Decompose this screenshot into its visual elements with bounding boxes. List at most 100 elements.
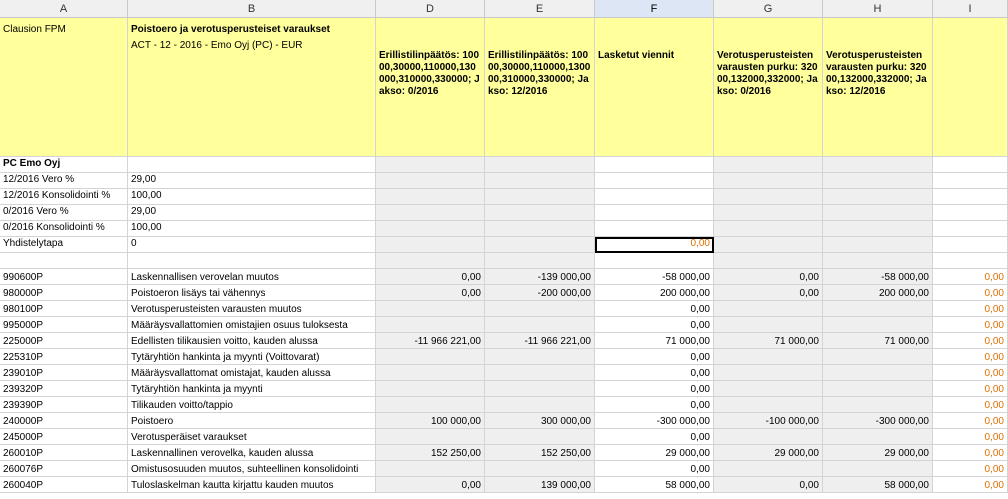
value-cell-i[interactable]: 0,00 bbox=[933, 349, 1008, 365]
spreadsheet[interactable]: A B D E F G H I Clausion FPM Poistoero ja verotus… bbox=[0, 0, 1008, 499]
value-cell-d[interactable] bbox=[376, 397, 485, 413]
value-cell-g[interactable] bbox=[714, 461, 823, 477]
value-cell-e[interactable] bbox=[485, 317, 595, 333]
account-code[interactable]: 240000P bbox=[0, 413, 128, 429]
value-cell-g[interactable]: 29 000,00 bbox=[714, 445, 823, 461]
account-code[interactable]: 245000P bbox=[0, 429, 128, 445]
value-cell-d[interactable]: 0,00 bbox=[376, 477, 485, 493]
value-cell-e[interactable]: -11 966 221,00 bbox=[485, 333, 595, 349]
account-code[interactable]: 980000P bbox=[0, 285, 128, 301]
param-label[interactable]: 12/2016 Vero % bbox=[0, 173, 128, 189]
value-cell-i[interactable]: 0,00 bbox=[933, 285, 1008, 301]
param-cell[interactable] bbox=[823, 237, 933, 253]
empty-cell[interactable] bbox=[485, 253, 595, 269]
param-cell[interactable] bbox=[485, 189, 595, 205]
account-description[interactable]: Tytäryhtiön hankinta ja myynti (Voittova… bbox=[128, 349, 376, 365]
param-value[interactable]: 100,00 bbox=[128, 221, 376, 237]
param-label[interactable]: 0/2016 Konsolidointi % bbox=[0, 221, 128, 237]
value-cell-e[interactable]: 300 000,00 bbox=[485, 413, 595, 429]
company-row-cell[interactable] bbox=[376, 157, 485, 173]
header-cell-g[interactable]: Verotusperusteisten varausten purku: 320… bbox=[714, 18, 823, 157]
param-cell[interactable] bbox=[933, 205, 1008, 221]
value-cell-h[interactable]: 58 000,00 bbox=[823, 477, 933, 493]
param-cell[interactable] bbox=[714, 205, 823, 221]
value-cell-i[interactable]: 0,00 bbox=[933, 397, 1008, 413]
column-header-b[interactable]: B bbox=[128, 0, 376, 18]
value-cell-g[interactable] bbox=[714, 317, 823, 333]
value-cell-d[interactable] bbox=[376, 301, 485, 317]
value-cell-g[interactable]: 0,00 bbox=[714, 477, 823, 493]
column-header-g[interactable]: G bbox=[714, 0, 823, 18]
value-cell-f[interactable]: 0,00 bbox=[595, 461, 714, 477]
value-cell-i[interactable]: 0,00 bbox=[933, 381, 1008, 397]
value-cell-i[interactable]: 0,00 bbox=[933, 413, 1008, 429]
param-cell[interactable] bbox=[485, 205, 595, 221]
value-cell-d[interactable]: 152 250,00 bbox=[376, 445, 485, 461]
account-description[interactable]: Määräysvallattomat omistajat, kauden alu… bbox=[128, 365, 376, 381]
value-cell-h[interactable] bbox=[823, 317, 933, 333]
param-cell[interactable] bbox=[714, 237, 823, 253]
value-cell-d[interactable]: -11 966 221,00 bbox=[376, 333, 485, 349]
column-header-f[interactable]: F bbox=[595, 0, 714, 18]
value-cell-g[interactable] bbox=[714, 429, 823, 445]
account-description[interactable]: Poistoero bbox=[128, 413, 376, 429]
param-cell[interactable] bbox=[595, 221, 714, 237]
value-cell-g[interactable] bbox=[714, 381, 823, 397]
param-cell[interactable] bbox=[595, 173, 714, 189]
empty-cell[interactable] bbox=[0, 253, 128, 269]
value-cell-f[interactable]: -58 000,00 bbox=[595, 269, 714, 285]
account-code[interactable]: 260010P bbox=[0, 445, 128, 461]
value-cell-h[interactable] bbox=[823, 365, 933, 381]
value-cell-e[interactable] bbox=[485, 429, 595, 445]
value-cell-e[interactable]: -200 000,00 bbox=[485, 285, 595, 301]
account-description[interactable]: Edellisten tilikausien voitto, kauden al… bbox=[128, 333, 376, 349]
value-cell-i[interactable]: 0,00 bbox=[933, 445, 1008, 461]
param-cell[interactable] bbox=[376, 205, 485, 221]
value-cell-h[interactable] bbox=[823, 381, 933, 397]
account-description[interactable]: Tytäryhtiön hankinta ja myynti bbox=[128, 381, 376, 397]
value-cell-f[interactable]: 200 000,00 bbox=[595, 285, 714, 301]
value-cell-h[interactable] bbox=[823, 349, 933, 365]
value-cell-g[interactable]: -100 000,00 bbox=[714, 413, 823, 429]
account-description[interactable]: Omistusosuuden muutos, suhteellinen kons… bbox=[128, 461, 376, 477]
header-cell-b[interactable]: Poistoero ja verotusperusteiset varaukse… bbox=[128, 18, 376, 157]
value-cell-i[interactable]: 0,00 bbox=[933, 429, 1008, 445]
param-value[interactable]: 29,00 bbox=[128, 205, 376, 221]
value-cell-d[interactable]: 100 000,00 bbox=[376, 413, 485, 429]
value-cell-g[interactable] bbox=[714, 349, 823, 365]
column-header-i[interactable]: I bbox=[933, 0, 1008, 18]
param-value[interactable]: 100,00 bbox=[128, 189, 376, 205]
empty-cell[interactable] bbox=[714, 253, 823, 269]
param-cell[interactable] bbox=[595, 189, 714, 205]
value-cell-f[interactable]: 58 000,00 bbox=[595, 477, 714, 493]
empty-cell[interactable] bbox=[595, 253, 714, 269]
value-cell-i[interactable]: 0,00 bbox=[933, 365, 1008, 381]
empty-cell[interactable] bbox=[823, 253, 933, 269]
header-cell-a[interactable]: Clausion FPM bbox=[0, 18, 128, 157]
param-cell[interactable] bbox=[485, 173, 595, 189]
value-cell-e[interactable] bbox=[485, 381, 595, 397]
value-cell-g[interactable]: 71 000,00 bbox=[714, 333, 823, 349]
company-row-cell[interactable] bbox=[595, 157, 714, 173]
value-cell-d[interactable] bbox=[376, 381, 485, 397]
value-cell-d[interactable]: 0,00 bbox=[376, 285, 485, 301]
value-cell-d[interactable] bbox=[376, 429, 485, 445]
param-cell[interactable] bbox=[376, 237, 485, 253]
column-header-e[interactable]: E bbox=[485, 0, 595, 18]
value-cell-f[interactable]: 0,00 bbox=[595, 317, 714, 333]
param-cell[interactable] bbox=[823, 173, 933, 189]
param-cell[interactable] bbox=[485, 237, 595, 253]
param-cell[interactable] bbox=[485, 221, 595, 237]
value-cell-d[interactable] bbox=[376, 461, 485, 477]
value-cell-h[interactable] bbox=[823, 461, 933, 477]
value-cell-h[interactable]: -300 000,00 bbox=[823, 413, 933, 429]
header-cell-e[interactable]: Erillistilinpäätös: 10000,30000,110000,1… bbox=[485, 18, 595, 157]
account-code[interactable]: 260076P bbox=[0, 461, 128, 477]
account-description[interactable]: Laskennallisen verovelan muutos bbox=[128, 269, 376, 285]
header-cell-d[interactable]: Erillistilinpäätös: 10000,30000,110000,1… bbox=[376, 18, 485, 157]
company-row-cell[interactable] bbox=[485, 157, 595, 173]
company-row-cell[interactable] bbox=[128, 157, 376, 173]
value-cell-e[interactable] bbox=[485, 349, 595, 365]
param-cell[interactable] bbox=[714, 221, 823, 237]
value-cell-h[interactable]: 71 000,00 bbox=[823, 333, 933, 349]
